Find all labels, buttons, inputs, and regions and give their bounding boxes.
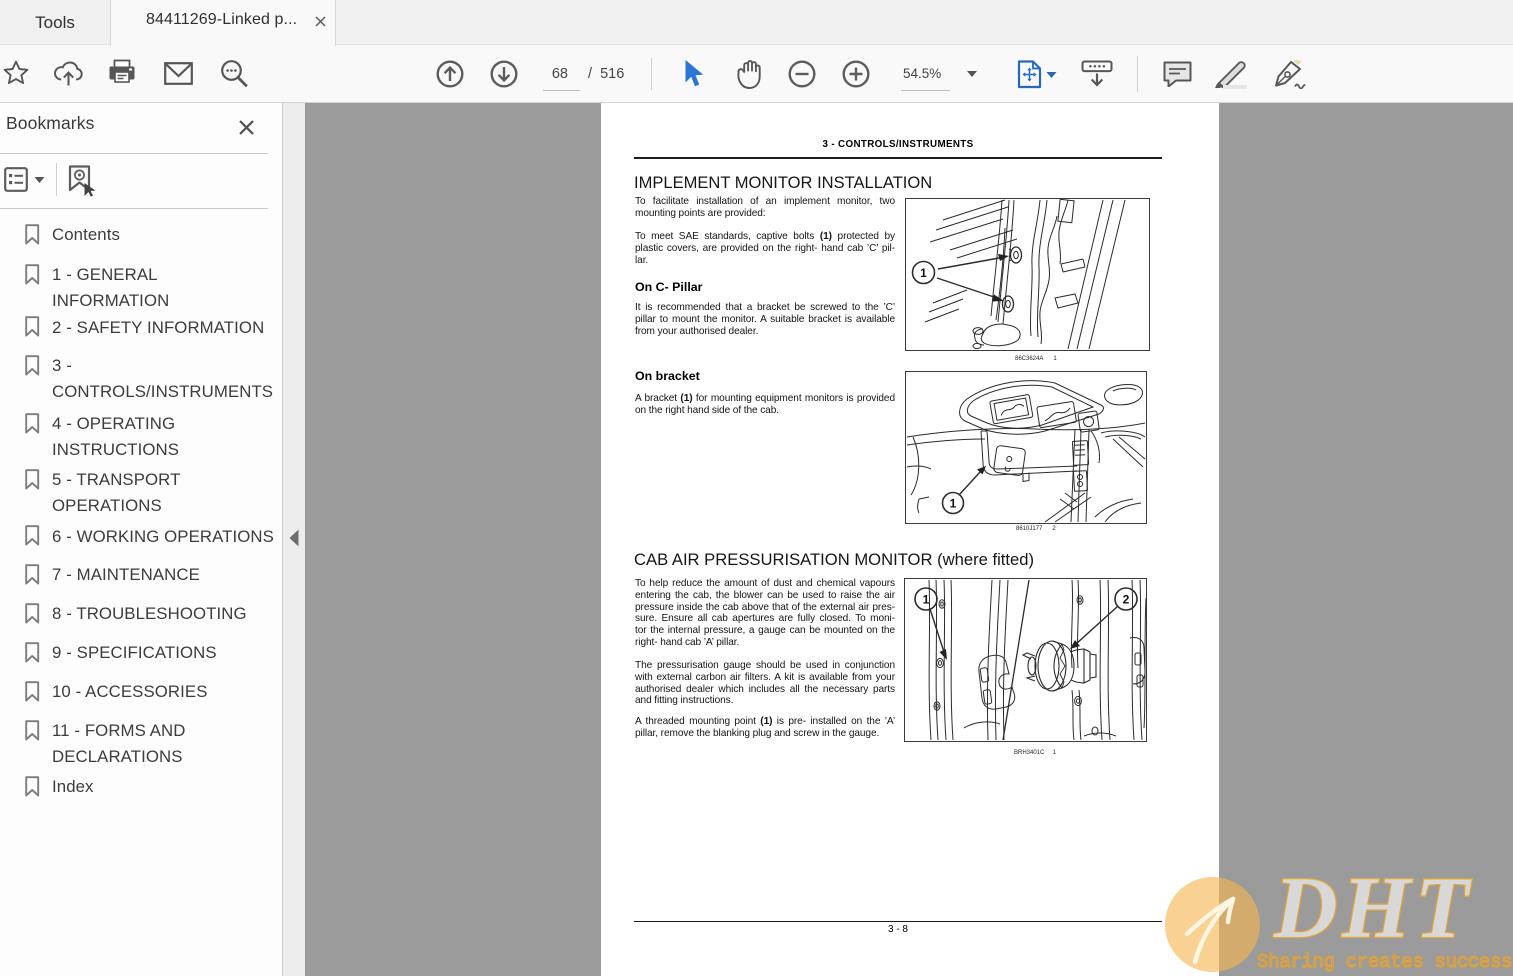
svg-text:Sharing creates success: Sharing creates success <box>1257 951 1512 973</box>
svg-text:1: 1 <box>920 266 927 280</box>
svg-text:2: 2 <box>1123 593 1130 607</box>
svg-text:1: 1 <box>950 497 957 511</box>
svg-text:DHT: DHT <box>1273 870 1473 957</box>
svg-text:1: 1 <box>923 593 930 607</box>
